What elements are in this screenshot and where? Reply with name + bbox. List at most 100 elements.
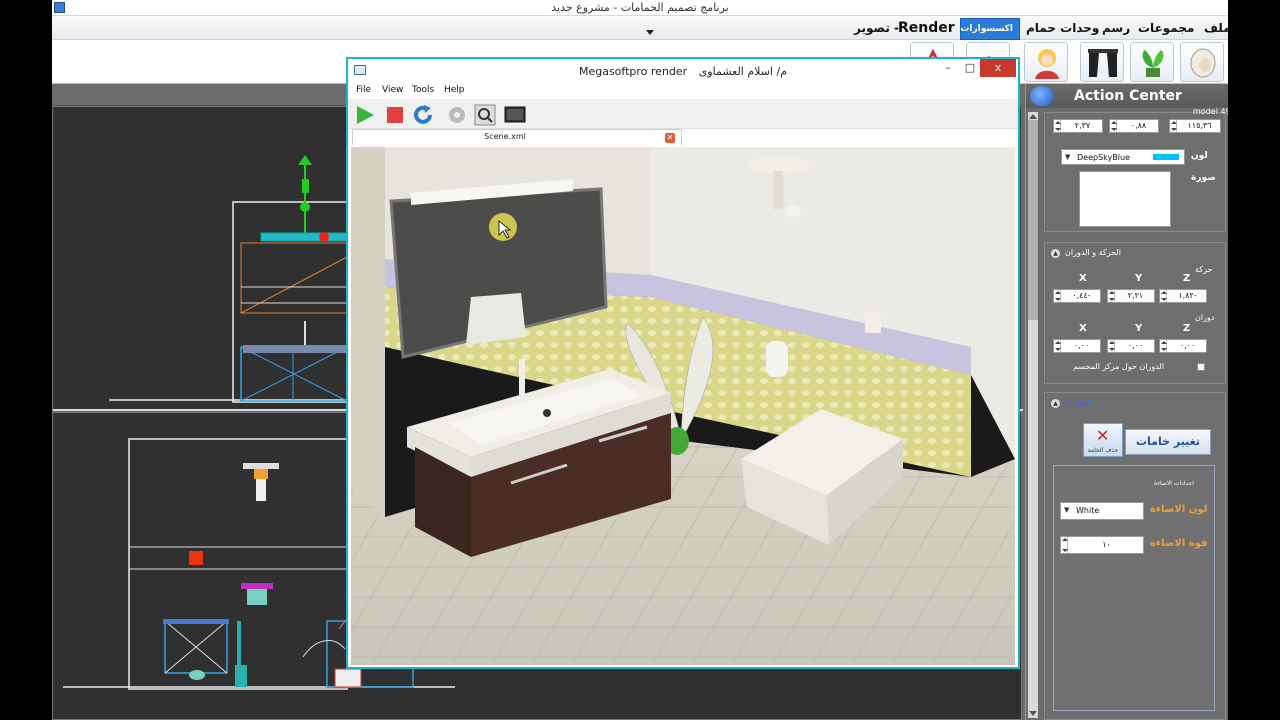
menu-groups[interactable]: مجموعات [1138, 18, 1194, 40]
rw-menu-file[interactable]: File [356, 85, 371, 95]
rotate-axis-z-label: Z [1183, 323, 1191, 334]
action-center-header: Action Center [1026, 84, 1228, 108]
menu-accessories[interactable]: اكسسوارات [960, 18, 1020, 40]
motion-rotation-group: ▲ الحركة و الدوران حركة X Y Z ٠,٤٤- ٢,٢١… [1044, 242, 1226, 384]
action-center-title: Action Center [1074, 88, 1182, 104]
rotate-axis-x-label: X [1079, 323, 1087, 334]
change-materials-button[interactable]: تغيير خامات [1125, 429, 1211, 455]
tab-scene-xml[interactable]: Scene.xml ✕ [352, 129, 682, 145]
remove-material-button[interactable]: ✕ حذف الخامة [1083, 423, 1123, 457]
maximize-button[interactable]: □ [960, 59, 980, 79]
woman-icon[interactable] [1024, 42, 1068, 82]
menu-render[interactable]: Render [898, 18, 955, 40]
rotate-center-label: الدوران حول مركز المجسم [1073, 362, 1165, 371]
chevron-down-icon: ▼ [1065, 153, 1071, 161]
stop-icon[interactable] [384, 104, 406, 126]
light-color-label: لون الاضاءة [1150, 504, 1208, 515]
dimension-3-spinner[interactable]: ١١٥,٣٦ [1169, 119, 1221, 133]
render-window-menubar: File View Tools Help [348, 83, 1018, 99]
move-z-spinner[interactable]: ١,٨٢- [1159, 289, 1207, 303]
motion-group-label: الحركة و الدوران [1065, 248, 1121, 257]
render-viewport[interactable] [351, 147, 1015, 665]
panel-scrollbar[interactable] [1028, 112, 1038, 718]
curtain-icon[interactable] [1080, 42, 1124, 82]
model-label: model 49 [1193, 107, 1228, 116]
menu-draw[interactable]: رسم [1102, 18, 1130, 40]
light-color-select[interactable]: ▼ White [1060, 502, 1144, 520]
materials-expander-icon[interactable]: ▲ [1051, 399, 1060, 408]
rotate-z-spinner[interactable]: ٠,٠٠ [1159, 339, 1207, 353]
menu-file[interactable]: ملف [1204, 18, 1228, 40]
app-window: برنامج تصميم الحمامات - مشروع جديد ملف م… [52, 0, 1228, 720]
scrollbar-thumb[interactable] [1028, 120, 1038, 320]
chevron-down-icon: ▼ [1064, 506, 1070, 514]
render-toolbar [348, 99, 1018, 129]
lighting-group-label: اعدادات الاضاءة [1154, 480, 1194, 487]
display-icon[interactable] [504, 104, 526, 126]
screen: برنامج تصميم الحمامات - مشروع جديد ملف م… [0, 0, 1280, 720]
ribbon-collapse-icon[interactable] [646, 30, 654, 35]
zoom-icon[interactable] [474, 104, 496, 126]
color-swatch [1153, 154, 1179, 160]
color-select[interactable]: ▼ DeepSkyBlue [1061, 149, 1185, 165]
spinner-arrows-icon[interactable] [1055, 340, 1061, 352]
light-power-label: قوة الاضاءة [1150, 538, 1208, 549]
scroll-down-icon[interactable] [1029, 711, 1037, 716]
app-title: برنامج تصميم الحمامات - مشروع جديد [551, 1, 729, 14]
spinner-arrows-icon[interactable] [1055, 120, 1061, 132]
tab-close-icon[interactable]: ✕ [665, 133, 675, 143]
rendered-bathroom-scene [351, 147, 1015, 665]
motion-expander-icon[interactable]: ▲ [1051, 249, 1060, 258]
close-icon: ✕ [1096, 426, 1110, 445]
move-axis-z-label: Z [1183, 273, 1191, 284]
spinner-arrows-icon[interactable] [1109, 290, 1115, 302]
rotate-label: دوران [1195, 313, 1215, 322]
action-center-logo-icon [1030, 86, 1054, 106]
refresh-icon[interactable] [412, 104, 434, 126]
dimension-1-spinner[interactable]: ٢,٣٧ [1053, 119, 1103, 133]
close-button[interactable]: x [980, 59, 1016, 77]
move-axis-x-label: X [1079, 273, 1087, 284]
spinner-arrows-icon[interactable] [1161, 290, 1167, 302]
color-label: لون [1191, 151, 1208, 161]
dimension-2-spinner[interactable]: ٠,٨٨ [1109, 119, 1159, 133]
egg-chair-icon[interactable] [1180, 42, 1224, 82]
spinner-arrows-icon[interactable] [1111, 120, 1117, 132]
light-power-spinner[interactable]: ١٠ [1060, 536, 1144, 554]
spinner-arrows-icon[interactable] [1055, 290, 1061, 302]
scroll-up-icon[interactable] [1029, 114, 1037, 119]
action-center-panel: Action Center model 49 ٢,٣٧ ٠,٨٨ ١١٥,٣٦ [1025, 84, 1228, 720]
move-axis-y-label: Y [1135, 273, 1143, 284]
materials-group-label: الخامات [1065, 398, 1092, 407]
move-label: حركة [1195, 265, 1213, 274]
render-window-title: Megasoftpro render [578, 65, 688, 78]
gear-icon[interactable] [446, 104, 468, 126]
spinner-arrows-icon[interactable] [1171, 120, 1177, 132]
minimize-button[interactable]: – [938, 59, 958, 79]
spinner-arrows-icon[interactable] [1062, 537, 1068, 553]
render-window-titlebar[interactable]: Megasoftpro render م/ اسلام العشماوى – □… [348, 59, 1018, 83]
rw-menu-tools[interactable]: Tools [412, 85, 434, 95]
image-preview[interactable] [1079, 171, 1171, 227]
rw-menu-view[interactable]: View [382, 85, 403, 95]
menu-bath-units[interactable]: وحدات حمام [1026, 18, 1099, 40]
tab-scene-xml-label: Scene.xml [484, 132, 526, 141]
rotate-axis-y-label: Y [1135, 323, 1143, 334]
rotate-y-spinner[interactable]: ٠,٠٠ [1107, 339, 1155, 353]
image-label: صورة [1191, 173, 1216, 183]
rotate-center-checkbox[interactable] [1197, 363, 1205, 371]
model-properties-group: model 49 ٢,٣٧ ٠,٨٨ ١١٥,٣٦ ▼ DeepSkyBlue … [1044, 107, 1228, 232]
play-icon[interactable] [354, 104, 376, 126]
materials-group: ▲ الخامات ✕ حذف الخامة تغيير خامات اعداد… [1044, 392, 1226, 720]
menu-photograph[interactable]: - تصوير [854, 18, 899, 40]
rw-menu-help[interactable]: Help [444, 85, 465, 95]
spinner-arrows-icon[interactable] [1161, 340, 1167, 352]
rotate-x-spinner[interactable]: ٠,٠٠ [1053, 339, 1101, 353]
menubar: ملف مجموعات رسم وحدات حمام اكسسوارات Ren… [52, 16, 1228, 40]
move-x-spinner[interactable]: ٠,٤٤- [1053, 289, 1101, 303]
render-window-author: م/ اسلام العشماوى [698, 65, 788, 78]
spinner-arrows-icon[interactable] [1109, 340, 1115, 352]
app-titlebar: برنامج تصميم الحمامات - مشروع جديد [52, 0, 1228, 16]
plant-icon[interactable] [1130, 42, 1174, 82]
move-y-spinner[interactable]: ٢,٢١ [1107, 289, 1155, 303]
